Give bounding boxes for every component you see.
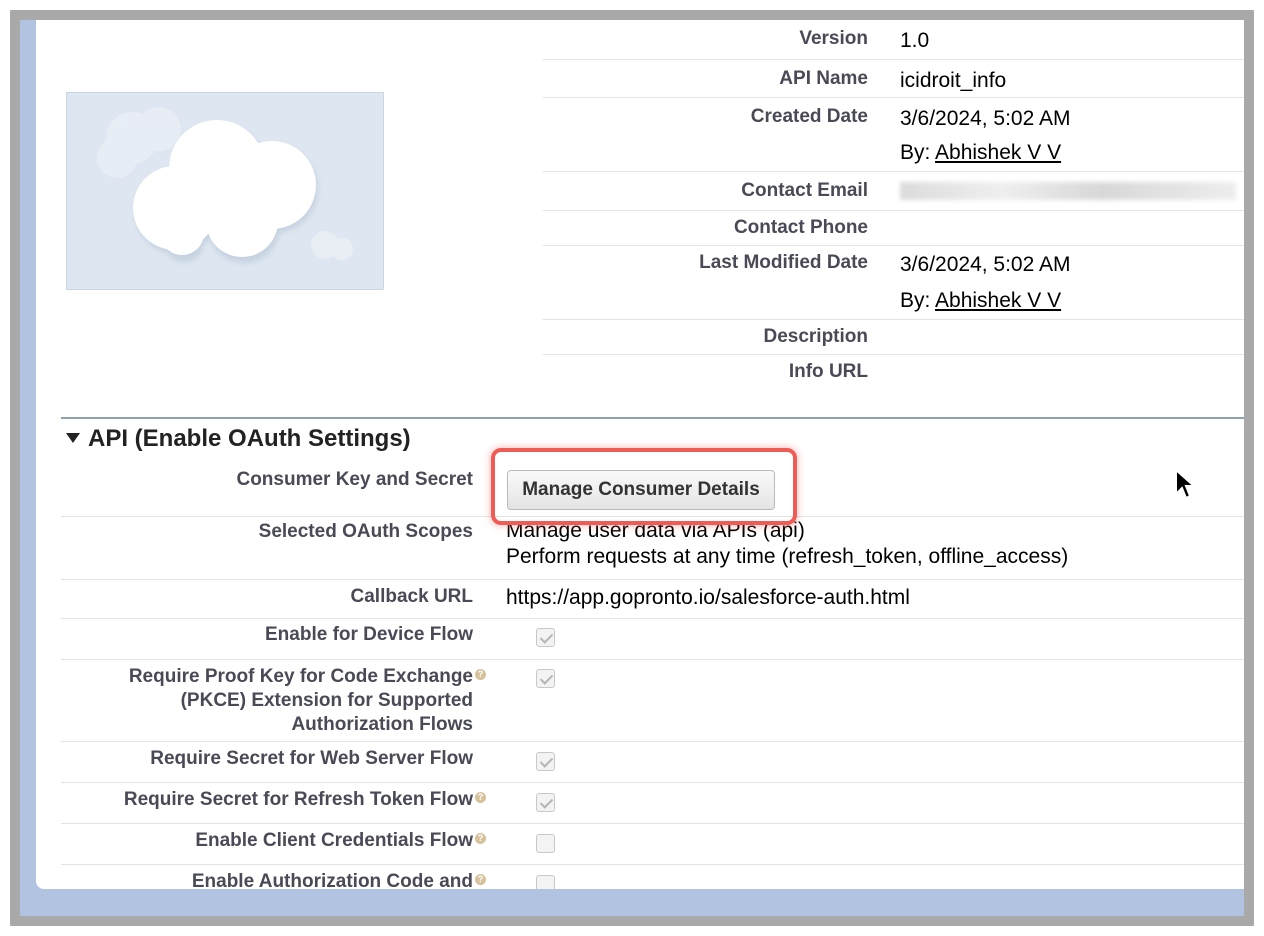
modified-by-link[interactable]: Abhishek V V <box>935 289 1061 312</box>
detail-row-last-modified: Last Modified Date 3/6/2024, 5:02 AM <box>543 246 1244 283</box>
section-title: API (Enable OAuth Settings) <box>88 425 411 452</box>
section-divider <box>61 417 1244 419</box>
help-icon[interactable]: ? <box>475 792 486 803</box>
detail-row-created-by: By: Abhishek V V <box>543 135 1244 172</box>
row-auth-code: Enable Authorization Code and ? <box>61 865 1244 889</box>
detail-row-info-url: Info URL <box>543 355 1244 389</box>
detail-label: API Name <box>779 68 868 89</box>
redacted-email <box>900 182 1236 200</box>
created-by: By: Abhishek V V <box>900 141 1061 165</box>
created-by-link[interactable]: Abhishek V V <box>935 141 1061 164</box>
row-pkce: Require Proof Key for Code Exchange (PKC… <box>61 660 1244 742</box>
modified-by: By: Abhishek V V <box>900 289 1061 313</box>
scopes-label: Selected OAuth Scopes <box>258 521 473 542</box>
detail-label: Created Date <box>750 106 868 127</box>
detail-label: Info URL <box>788 361 868 382</box>
auth-code-checkbox[interactable] <box>536 875 555 889</box>
detail-value: 3/6/2024, 5:02 AM <box>900 107 1071 130</box>
by-prefix: By: <box>900 289 936 312</box>
manage-consumer-details-button[interactable]: Manage Consumer Details <box>507 470 775 510</box>
label-line: Authorization Flows <box>291 714 473 735</box>
cloud-icon <box>97 107 353 263</box>
detail-row-created-date: Created Date 3/6/2024, 5:02 AM <box>543 98 1244 135</box>
flag-label: Require Proof Key for Code Exchange (PKC… <box>129 665 473 737</box>
detail-row-modified-by: By: Abhishek V V <box>543 283 1244 320</box>
help-icon[interactable]: ? <box>475 874 486 885</box>
row-callback-url: Callback URL https://app.gopronto.io/sal… <box>61 580 1244 619</box>
client-credentials-checkbox[interactable] <box>536 834 555 853</box>
detail-value: icidroit_info <box>900 69 1007 92</box>
detail-row-description: Description <box>543 320 1244 355</box>
row-secret-refresh-token: Require Secret for Refresh Token Flow ? <box>61 783 1244 824</box>
row-client-credentials: Enable Client Credentials Flow ? <box>61 824 1244 865</box>
secret-refresh-token-checkbox[interactable] <box>536 793 555 812</box>
detail-label: Contact Phone <box>733 217 868 238</box>
pkce-checkbox[interactable] <box>536 669 555 688</box>
detail-label: Version <box>799 28 868 49</box>
section-header[interactable]: API (Enable OAuth Settings) <box>66 425 411 453</box>
label-line: Require Proof Key for Code Exchange <box>128 666 473 687</box>
detail-row-version: Version 1.0 <box>543 20 1244 60</box>
mouse-cursor-icon <box>1175 468 1197 500</box>
detail-value: 1.0 <box>900 29 930 52</box>
flag-label: Require Secret for Web Server Flow <box>150 748 473 769</box>
scope-item: Perform requests at any time (refresh_to… <box>506 545 1069 568</box>
detail-row-api-name: API Name icidroit_info <box>543 60 1244 98</box>
flag-label: Require Secret for Refresh Token Flow <box>123 789 473 810</box>
callback-value: https://app.gopronto.io/salesforce-auth.… <box>506 586 910 609</box>
detail-value: 3/6/2024, 5:02 AM <box>900 253 1071 276</box>
flag-label: Enable Client Credentials Flow <box>195 830 473 851</box>
help-icon[interactable]: ? <box>475 669 486 680</box>
consumer-key-label: Consumer Key and Secret <box>236 469 473 490</box>
secret-web-server-checkbox[interactable] <box>536 752 555 771</box>
flag-label: Enable Authorization Code and <box>191 871 473 889</box>
label-line: (PKCE) Extension for Supported <box>180 690 473 711</box>
row-secret-web-server: Require Secret for Web Server Flow <box>61 742 1244 783</box>
detail-label: Last Modified Date <box>699 252 868 273</box>
by-prefix: By: <box>900 141 936 164</box>
device-flow-checkbox[interactable] <box>536 628 555 647</box>
scopes-list: Manage user data via APIs (api) Perform … <box>506 518 1068 570</box>
row-oauth-scopes: Selected OAuth Scopes Manage user data v… <box>61 517 1244 580</box>
help-icon[interactable]: ? <box>475 833 486 844</box>
detail-panel: Version 1.0 API Name icidroit_info Creat… <box>36 20 1244 889</box>
collapse-triangle-icon[interactable] <box>66 432 80 443</box>
row-device-flow: Enable for Device Flow <box>61 619 1244 660</box>
detail-label: Description <box>763 326 868 347</box>
detail-row-contact-email: Contact Email <box>543 172 1244 211</box>
flag-label: Enable for Device Flow <box>265 624 473 645</box>
detail-row-contact-phone: Contact Phone <box>543 211 1244 246</box>
callback-label: Callback URL <box>350 586 473 607</box>
detail-label: Contact Email <box>741 180 868 201</box>
app-logo <box>66 92 384 290</box>
